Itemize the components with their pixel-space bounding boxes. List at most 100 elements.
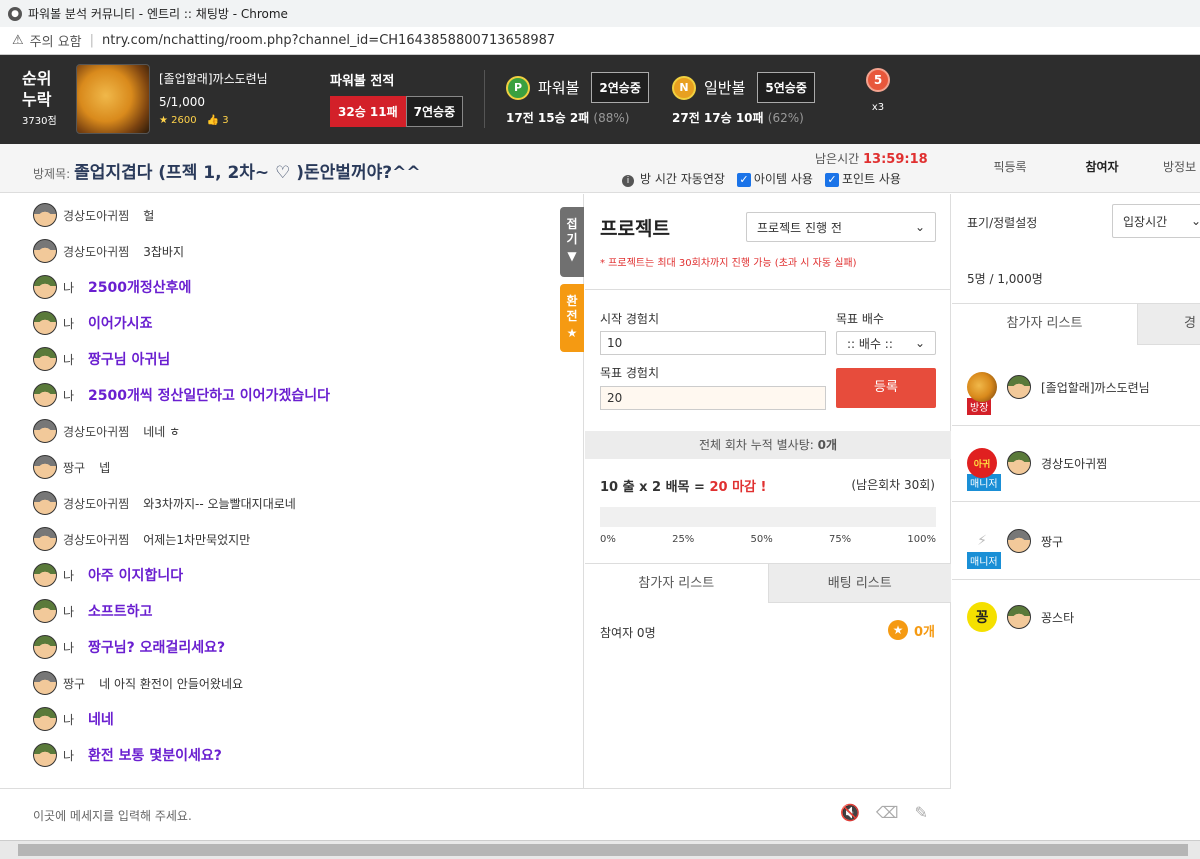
member-avatar-icon[interactable] [1007,375,1031,399]
item-use-checkbox[interactable]: ✓ [736,172,751,187]
chat-sender[interactable]: 나 [63,315,74,332]
user-avatar-icon[interactable] [33,311,57,335]
user-avatar-icon[interactable] [33,743,57,767]
user-avatar-icon[interactable] [33,707,57,731]
chat-message: 짱구 넵 [33,453,110,481]
chat-sender[interactable]: 나 [63,711,74,728]
info-icon[interactable]: i [622,175,634,187]
item-use-option[interactable]: ✓ 아이템 사용 [736,170,813,187]
member-name[interactable]: 짱구 [1041,533,1063,550]
register-button[interactable]: 등록 [836,368,936,408]
address-bar[interactable]: ⚠ 주의 요함 | ntry.com/nchatting/room.php?ch… [0,27,1200,55]
owner-name[interactable]: [졸업할래]까스도련님 [159,70,268,87]
member-profile-icon[interactable]: 아귀 [967,448,997,478]
user-avatar-icon[interactable] [33,455,57,479]
security-warning[interactable]: 주의 요함 [30,31,82,50]
member-name[interactable]: [졸업할래]까스도련님 [1041,379,1150,396]
owner-avatar[interactable] [76,64,150,134]
chat-sender[interactable]: 나 [63,387,74,404]
chat-sender[interactable]: 짱구 [63,459,85,476]
magic-wand-icon[interactable]: ✎ [915,803,928,822]
mute-icon[interactable]: 🔇 [840,803,860,822]
tab-room-info[interactable]: 방정보 [1148,144,1200,193]
chat-sender[interactable]: 경상도아귀찜 [63,243,129,260]
tab-member-participants[interactable]: 참가자 리스트 [952,304,1137,345]
start-exp-input[interactable]: 10 [600,331,826,355]
item-use-label: 아이템 사용 [753,172,813,186]
chat-sender[interactable]: 경상도아귀찜 [63,207,129,224]
chat-sender[interactable]: 경상도아귀찜 [63,423,129,440]
eraser-icon[interactable]: ⌫ [876,803,899,822]
user-avatar-icon[interactable] [33,203,57,227]
chat-sender[interactable]: 나 [63,351,74,368]
powerball-pct: (88%) [593,111,630,125]
project-title: 프로젝트 [600,218,670,240]
member-profile-icon[interactable]: 꽁 [967,602,997,632]
chat-sender[interactable]: 나 [63,747,74,764]
owner-info: [졸업할래]까스도련님 5/1,000 ★ 2600 👍 3 [159,70,268,126]
target-mult-label: 목표 배수 [836,312,884,326]
triangle-down-icon: ▼ [567,249,577,263]
tab-pick-register[interactable]: 픽등록 [964,144,1056,193]
header-divider [484,70,485,128]
progress-ticks: 0% 25% 50% 75% 100% [600,534,936,545]
chat-sender[interactable]: 나 [63,603,74,620]
chat-area[interactable]: 경상도아귀찜 헐 경상도아귀찜 3찹바지 나 2500개정산후에 나 이어가시죠 나 짱구님 아귀… [0,194,584,788]
chat-sender[interactable]: 경상도아귀찜 [63,531,129,548]
chat-sender[interactable]: 나 [63,279,74,296]
user-avatar-icon[interactable] [33,239,57,263]
user-avatar-icon[interactable] [33,563,57,587]
member-name[interactable]: 경상도아귀찜 [1041,455,1107,472]
chat-sender[interactable]: 경상도아귀찜 [63,495,129,512]
chat-message: 나 2500개씩 정산일단하고 이어가겠습니다 [33,381,330,409]
user-avatar-icon[interactable] [33,527,57,551]
rank-points: 3730점 [22,116,57,127]
target-exp-input[interactable]: 20 [600,386,826,410]
target-mult-select[interactable]: :: 배수 :: ⌄ [836,331,936,355]
horizontal-scrollbar[interactable] [0,840,1200,859]
chat-input[interactable]: 이곳에 메세지를 입력해 주세요. [33,807,192,824]
chat-sender[interactable]: 짱구 [63,675,85,692]
member-name[interactable]: 꽁스타 [1041,609,1074,626]
chat-sender[interactable]: 나 [63,639,74,656]
user-avatar-icon[interactable] [33,275,57,299]
tab-members[interactable]: 참여자 [1056,144,1148,193]
tab-participant-list[interactable]: 참가자 리스트 [585,563,768,603]
user-avatar-icon[interactable] [33,599,57,623]
member-profile-icon[interactable] [967,372,997,402]
member-item[interactable]: 매니저 ⚡ 짱구 [967,510,1200,572]
project-status-select[interactable]: 프로젝트 진행 전 ⌄ [746,212,936,242]
member-item[interactable]: 꽁 꽁스타 [967,586,1200,648]
user-avatar-icon[interactable] [33,671,57,695]
user-avatar-icon[interactable] [33,419,57,443]
member-avatar-icon[interactable] [1007,605,1031,629]
chat-message: 나 아주 이지합니다 [33,561,183,589]
member-avatar-icon[interactable] [1007,451,1031,475]
chat-sender[interactable]: 나 [63,567,74,584]
user-avatar-icon[interactable] [33,383,57,407]
star-count: 2600 [171,115,197,126]
user-avatar-icon[interactable] [33,347,57,371]
normalball-result: 27전 17승 10패 [672,111,764,125]
point-use-option[interactable]: ✓ 포인트 사용 [824,170,901,187]
remain-label: 남은시간 [815,152,860,166]
exchange-button[interactable]: 환전 ★ [560,284,584,352]
tab-betting-list[interactable]: 배팅 리스트 [767,563,951,603]
member-item[interactable]: 매니저 아귀 경상도아귀찜 [967,432,1200,494]
tab-member-other[interactable]: 경 [1137,304,1200,345]
fold-button[interactable]: 접기 ▼ [560,207,584,277]
member-item[interactable]: 방장 [졸업할래]까스도련님 [967,356,1200,418]
member-avatar-icon[interactable] [1007,529,1031,553]
sort-select[interactable]: 입장시간 ⌄ [1112,204,1200,238]
url-text[interactable]: ntry.com/nchatting/room.php?channel_id=C… [102,33,555,48]
user-avatar-icon[interactable] [33,491,57,515]
user-avatar-icon[interactable] [33,635,57,659]
target-exp-label: 목표 경험치 [600,366,660,380]
auto-extend-option[interactable]: i 방 시간 자동연장 [622,170,725,187]
warning-icon[interactable]: ⚠ [12,33,24,48]
scrollbar-thumb[interactable] [18,844,1188,856]
point-use-checkbox[interactable]: ✓ [824,172,839,187]
divider [585,289,951,290]
address-separator: | [89,33,95,48]
member-profile-icon[interactable]: ⚡ [967,526,997,556]
